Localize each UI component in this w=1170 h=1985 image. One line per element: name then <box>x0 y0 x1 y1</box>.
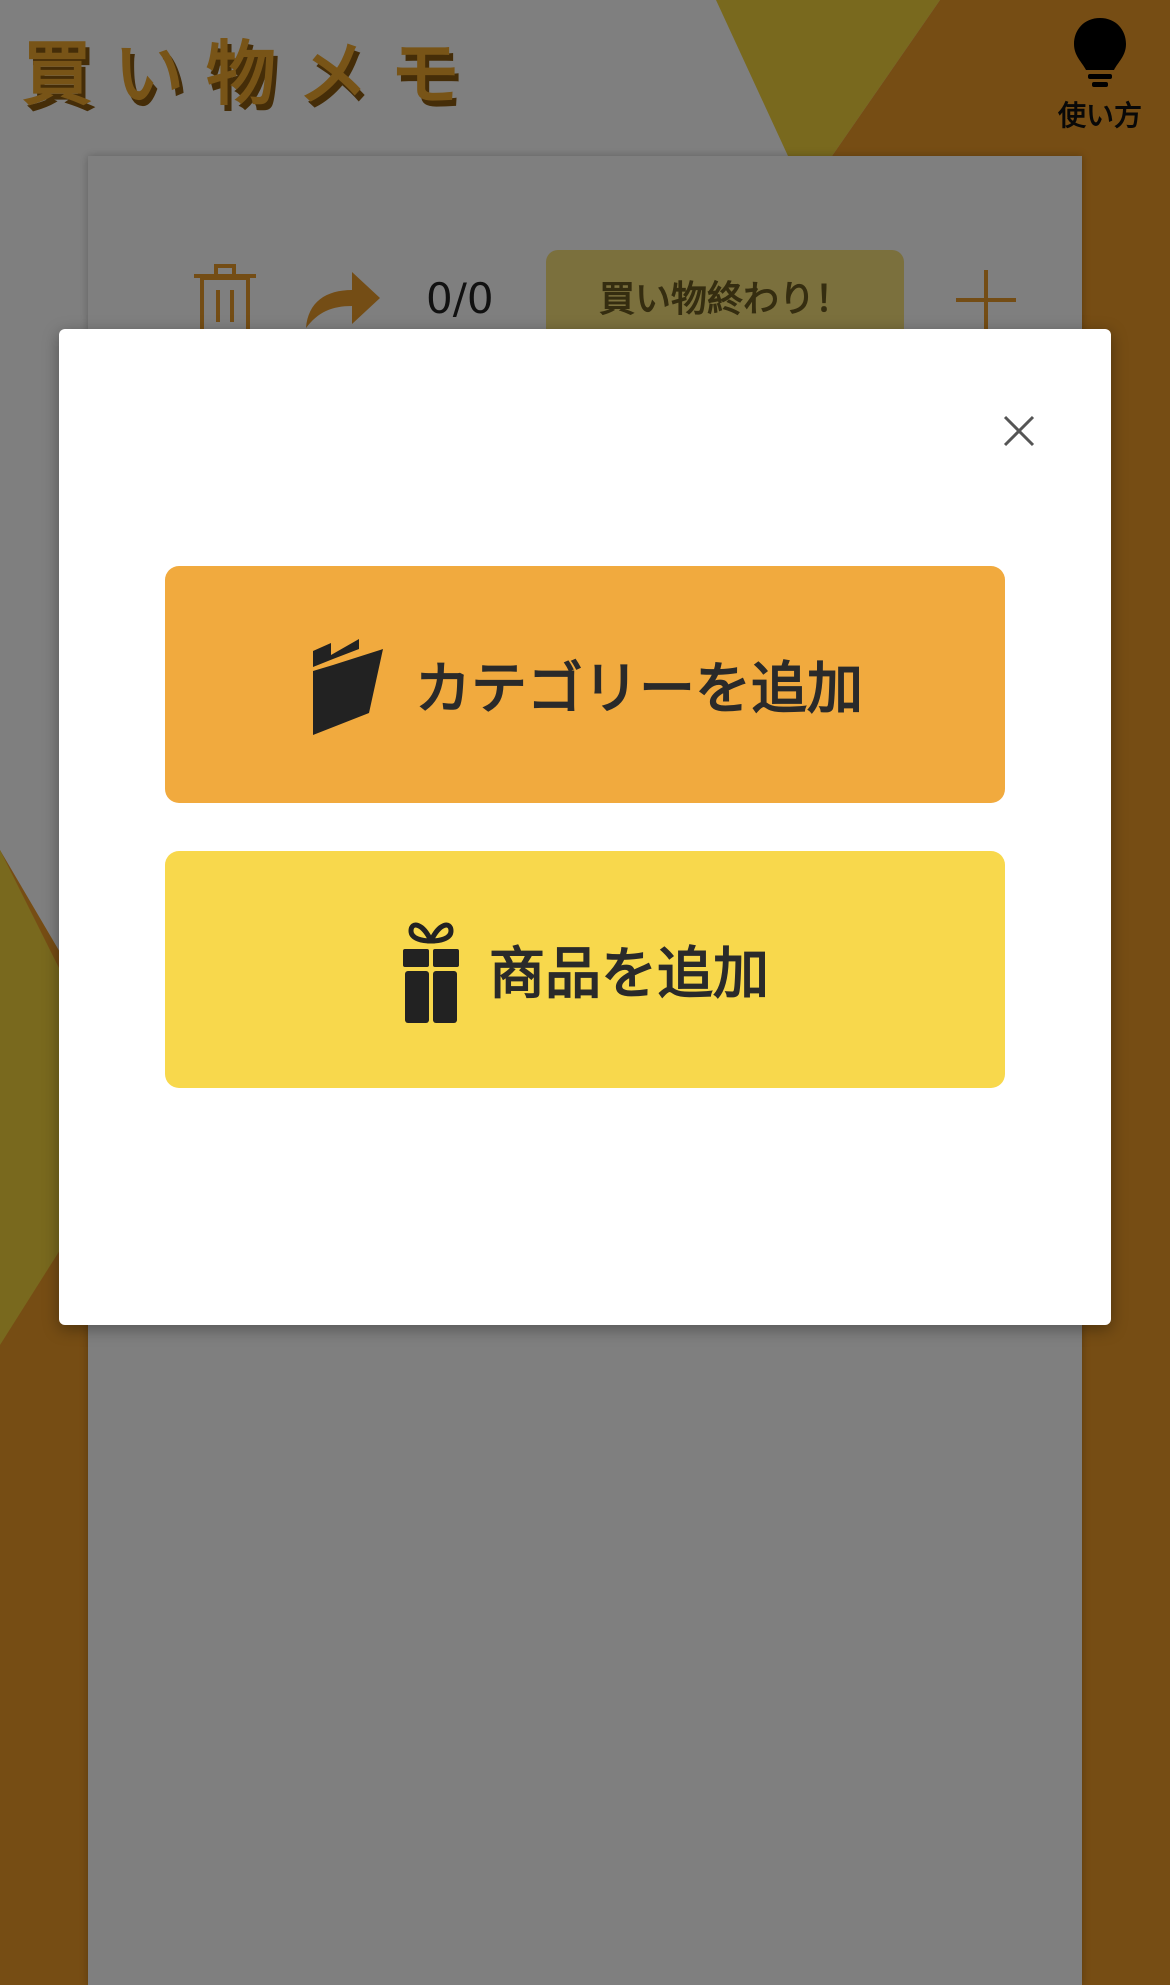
add-category-button[interactable]: カテゴリーを追加 <box>165 566 1005 803</box>
app-screen: 買い物メモ 使い方 0/0 買い物終わり！ <box>0 0 1170 1985</box>
close-icon[interactable] <box>991 403 1047 459</box>
folder-icon <box>313 638 383 735</box>
add-product-button[interactable]: 商品を追加 <box>165 851 1005 1088</box>
gift-icon <box>403 922 459 1023</box>
add-product-label: 商品を追加 <box>489 942 769 1007</box>
add-modal: カテゴリーを追加 商品を追加 <box>59 329 1111 1325</box>
add-category-label: カテゴリーを追加 <box>415 657 863 722</box>
